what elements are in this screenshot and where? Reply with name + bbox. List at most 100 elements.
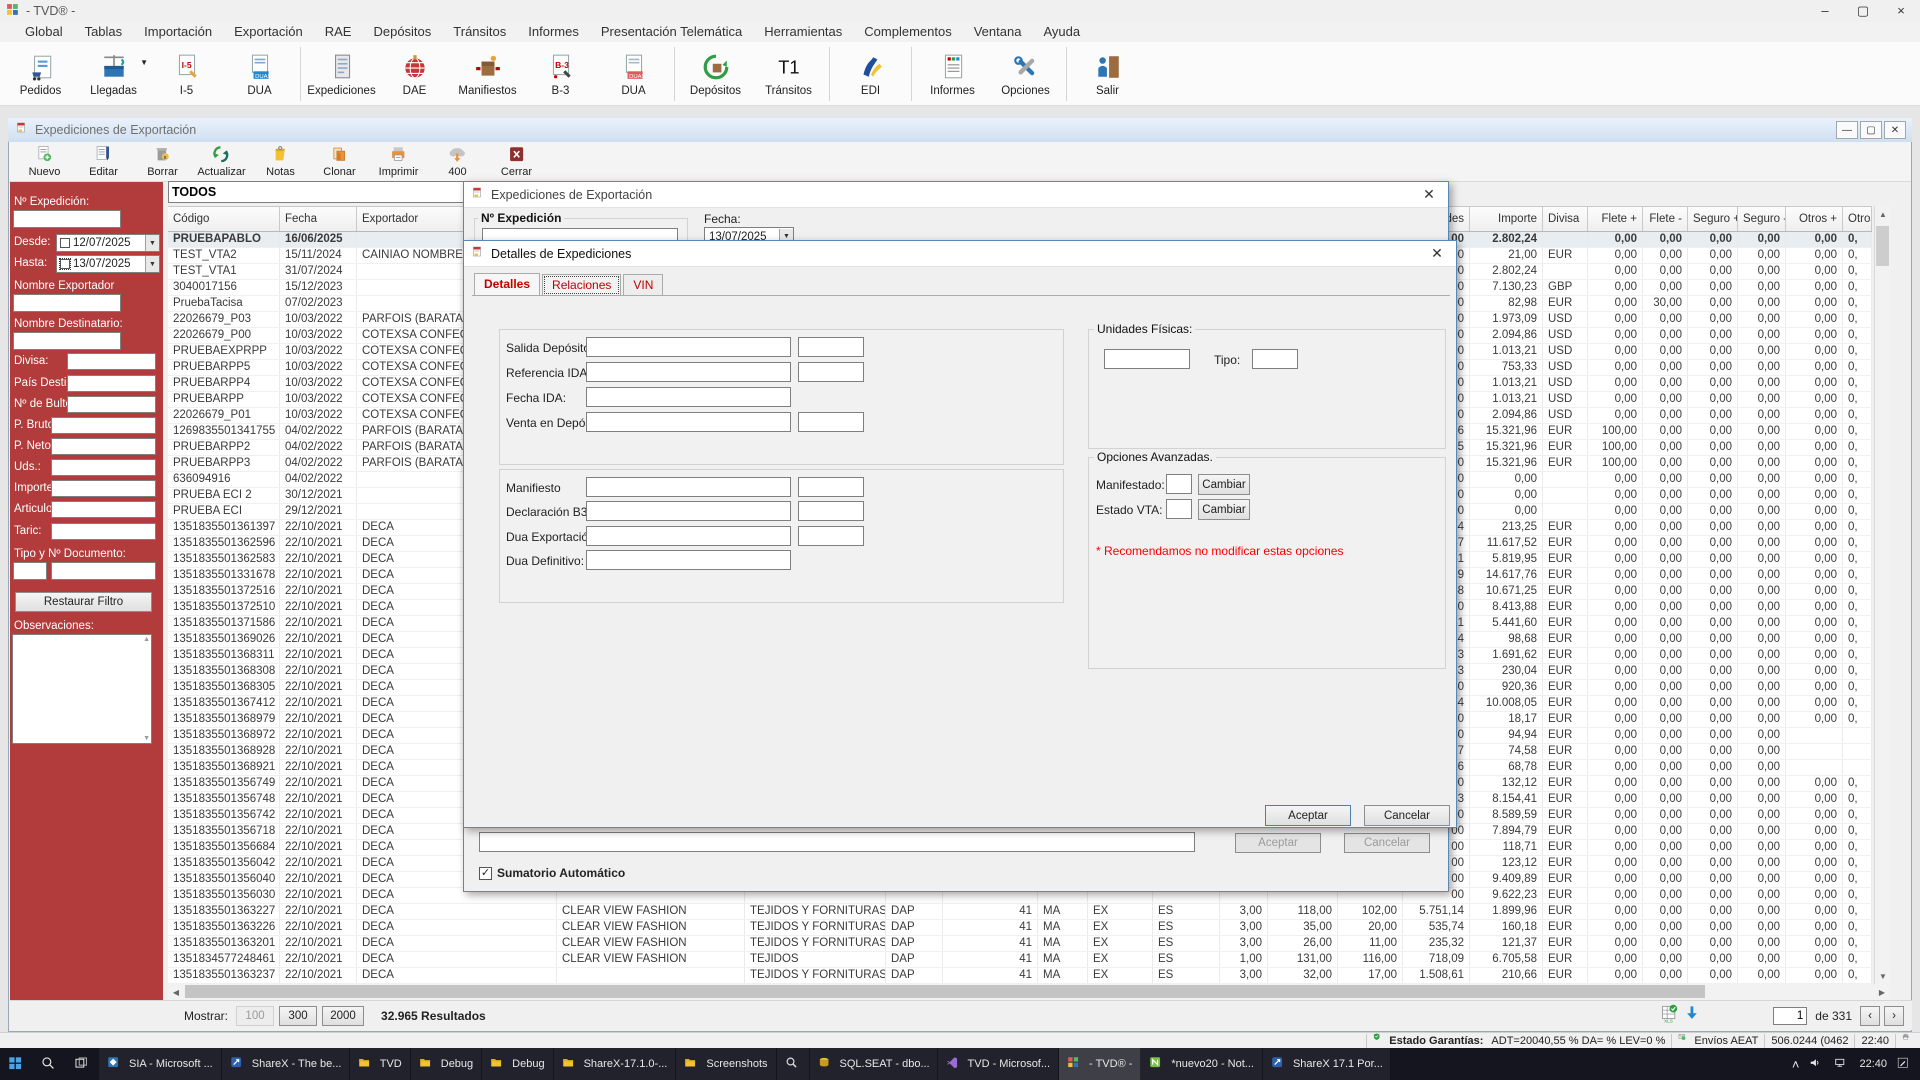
detalles-input-dua-exportaci-n-2[interactable] <box>798 526 864 546</box>
tab-detalles[interactable]: Detalles <box>474 273 540 296</box>
taskbar-item-sharex-17-1-por[interactable]: ShareX 17.1 Por... <box>1263 1048 1391 1080</box>
detalles-input-referencia-ida-2[interactable] <box>798 362 864 382</box>
taskbar-item-sia-microsoft[interactable]: SIA - Microsoft ... <box>99 1048 222 1080</box>
dialog1-close-icon[interactable]: ✕ <box>1418 186 1440 203</box>
volume-icon[interactable] <box>1809 1057 1824 1072</box>
filter-date-hasta[interactable]: 13/07/2025▼ <box>56 255 160 273</box>
network-icon[interactable] <box>1834 1057 1849 1072</box>
mdi-toolbar-button-notas[interactable]: Notas <box>251 142 310 180</box>
filter-input-n-de-bultos[interactable] <box>67 396 156 413</box>
scroll-up-icon[interactable]: ▲ <box>1875 206 1891 222</box>
filter-input-p-bruto[interactable] <box>51 417 156 434</box>
menu-item-importaci-n[interactable]: Importación <box>133 22 223 42</box>
scroll-down-icon[interactable]: ▼ <box>1875 968 1891 984</box>
filter-checkbox-hasta[interactable] <box>60 259 70 269</box>
tab-relaciones[interactable]: Relaciones <box>542 274 621 296</box>
filter-input-nombre-exportador[interactable] <box>13 294 121 312</box>
detalles-aceptar-button[interactable]: Aceptar <box>1265 805 1351 826</box>
column-header-Otros -[interactable]: Otros - <box>1843 207 1872 231</box>
dialog2-close-icon[interactable]: ✕ <box>1426 245 1448 262</box>
column-header-Flete -[interactable]: Flete - <box>1643 207 1688 231</box>
download-icon[interactable] <box>1685 1005 1703 1026</box>
detalles-input-salida-dep-sito-2[interactable] <box>798 337 864 357</box>
scroll-right-icon[interactable]: ▶ <box>1874 984 1890 1000</box>
detalles-input-dua-definitivo[interactable] <box>586 550 791 570</box>
toolbar-button-manifiestos[interactable]: Manifiestos <box>451 44 524 104</box>
manifestado-input[interactable] <box>1166 474 1192 494</box>
notification-pen-icon[interactable] <box>1897 1057 1912 1072</box>
menu-item-ventana[interactable]: Ventana <box>963 22 1033 42</box>
menu-item-tr-nsitos[interactable]: Tránsitos <box>442 22 517 42</box>
mdi-toolbar-button-cerrar[interactable]: Cerrar <box>487 142 546 180</box>
page-size-100-button[interactable]: 100 <box>236 1006 274 1026</box>
mdi-minimize-icon[interactable]: — <box>1836 121 1858 139</box>
column-header-Otros +[interactable]: Otros + <box>1786 207 1843 231</box>
mdi-maximize-icon[interactable]: ▢ <box>1860 121 1882 139</box>
tray-chevron-icon[interactable]: ˄ <box>1792 1057 1800 1072</box>
manifestado-cambiar-button[interactable]: Cambiar <box>1198 474 1250 495</box>
task-view-icon[interactable] <box>66 1048 99 1080</box>
xls-export-icon[interactable]: XLS <box>1661 1004 1681 1027</box>
filter-input-nombre-destinatario[interactable] <box>13 332 121 350</box>
taskbar-item-tvd-microsof[interactable]: TVD - Microsof... <box>938 1048 1060 1080</box>
toolbar-button-tr-nsitos[interactable]: T1Tránsitos <box>752 44 825 104</box>
filter-input-p-neto[interactable] <box>51 438 156 455</box>
vertical-scrollbar[interactable]: ▲ ▼ <box>1874 206 1890 984</box>
column-header-Flete +[interactable]: Flete + <box>1588 207 1643 231</box>
column-header-Seguro -[interactable]: Seguro - <box>1738 207 1786 231</box>
table-row[interactable]: 135183550136320122/10/2021DECACLEAR VIEW… <box>168 936 1872 952</box>
taskbar-search-icon[interactable] <box>33 1048 66 1080</box>
filter-date-dropdown-icon[interactable]: ▼ <box>145 256 159 272</box>
next-page-button[interactable]: › <box>1884 1006 1904 1026</box>
scroll-left-icon[interactable]: ◀ <box>168 984 184 1000</box>
detalles-input-venta-en-dep-sito-2[interactable] <box>798 412 864 432</box>
tab-vin[interactable]: VIN <box>623 274 663 296</box>
menu-item-presentaci-n-telem-tica[interactable]: Presentación Telemática <box>590 22 753 42</box>
sumatorio-checkbox[interactable]: ✓ <box>479 867 492 880</box>
detalles-input-declaraci-n-b3[interactable] <box>586 501 791 521</box>
toolbar-button-salir[interactable]: Salir <box>1071 44 1144 104</box>
detalles-input-dua-exportaci-n[interactable] <box>586 526 791 546</box>
dialog1-cancelar-button[interactable]: Cancelar <box>1344 833 1430 853</box>
menu-item-exportaci-n[interactable]: Exportación <box>223 22 314 42</box>
toolbar-button-i-5[interactable]: I-5I-5 <box>150 44 223 104</box>
filter-input-importe[interactable] <box>51 480 156 497</box>
table-row[interactable]: 135183550136322622/10/2021DECACLEAR VIEW… <box>168 920 1872 936</box>
toolbar-button-expediciones[interactable]: Expediciones <box>305 44 378 104</box>
hscroll-thumb[interactable] <box>185 985 1705 998</box>
minimize-icon[interactable]: – <box>1806 3 1844 18</box>
menu-item-complementos[interactable]: Complementos <box>853 22 962 42</box>
toolbar-button-dua[interactable]: DUASDUA <box>223 44 296 104</box>
mdi-toolbar-button-editar[interactable]: Editar <box>74 142 133 180</box>
mdi-toolbar-button-borrar[interactable]: xBorrar <box>133 142 192 180</box>
toolbar-button-dep-sitos[interactable]: Depósitos <box>679 44 752 104</box>
menu-item-rae[interactable]: RAE <box>314 22 363 42</box>
filter-checkbox-desde[interactable] <box>60 238 70 248</box>
mdi-toolbar-button-actualizar[interactable]: Actualizar <box>192 142 251 180</box>
taskbar-item-sql-seat-dbo[interactable]: SQL.SEAT - dbo... <box>810 1048 938 1080</box>
prev-page-button[interactable]: ‹ <box>1860 1006 1880 1026</box>
menu-item-global[interactable]: Global <box>14 22 74 42</box>
menu-item-informes[interactable]: Informes <box>517 22 590 42</box>
toolbar-button-edi[interactable]: EDI <box>834 44 907 104</box>
toolbar-button-b-3[interactable]: B-3B-3 <box>524 44 597 104</box>
menu-item-herramientas[interactable]: Herramientas <box>753 22 853 42</box>
page-size-2000-button[interactable]: 2000 <box>322 1006 364 1026</box>
detalles-cancelar-button[interactable]: Cancelar <box>1364 805 1450 826</box>
column-header-Código[interactable]: Código <box>168 207 280 231</box>
mdi-toolbar-button-400[interactable]: 400 <box>428 142 487 180</box>
detalles-input-manifiesto-2[interactable] <box>798 477 864 497</box>
taskbar-item-debug[interactable]: Debug <box>482 1048 553 1080</box>
close-icon[interactable]: × <box>1882 3 1920 18</box>
filter-input-pa-s-destino[interactable] <box>67 375 156 392</box>
mdi-toolbar-button-nuevo[interactable]: Nuevo <box>15 142 74 180</box>
filter-input-numero-documento[interactable] <box>51 562 156 580</box>
mdi-toolbar-button-clonar[interactable]: Clonar <box>310 142 369 180</box>
dialog1-bottom-input[interactable] <box>479 832 1195 852</box>
filter-date-dropdown-icon[interactable]: ▼ <box>145 235 159 251</box>
restaurar-filtro-button[interactable]: Restaurar Filtro <box>15 592 152 612</box>
taskbar-item-nuevo20-not[interactable]: *nuevo20 - Not... <box>1141 1048 1263 1080</box>
textarea-scroll-up-icon[interactable]: ▲ <box>143 636 150 643</box>
table-row[interactable]: 135183550136322722/10/2021DECACLEAR VIEW… <box>168 904 1872 920</box>
filter-input-tipo-documento[interactable] <box>13 562 47 580</box>
